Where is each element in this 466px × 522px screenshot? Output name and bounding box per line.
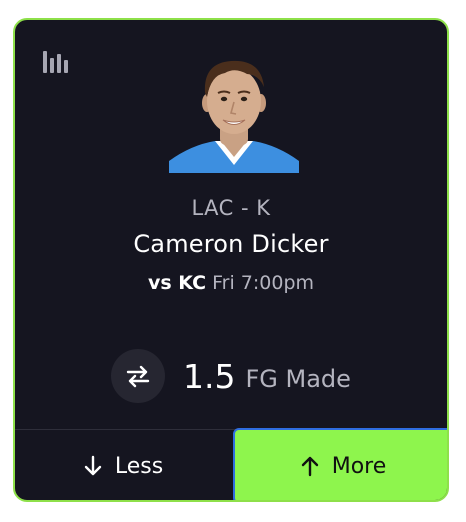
- more-label: More: [331, 453, 387, 479]
- player-prop-card[interactable]: LAC - K Cameron Dicker vs KC Fri 7:00pm …: [13, 18, 449, 502]
- bar-chart-icon[interactable]: [43, 51, 71, 73]
- opponent-label: vs KC: [147, 272, 207, 294]
- arrow-down-icon: [83, 455, 103, 477]
- line-value: 1.5: [183, 356, 236, 396]
- more-button[interactable]: More: [233, 428, 447, 500]
- swap-arrows-icon: [126, 365, 150, 388]
- arrow-up-icon: [300, 455, 320, 477]
- stat-type: FG Made: [245, 365, 351, 393]
- swap-button[interactable]: [111, 349, 165, 403]
- team-position-label: LAC - K: [191, 196, 271, 220]
- player-avatar: [169, 57, 299, 173]
- matchup-info: vs KC Fri 7:00pm: [15, 272, 447, 294]
- game-time: Fri 7:00pm: [212, 272, 315, 294]
- less-label: Less: [114, 453, 164, 479]
- player-name: Cameron Dicker: [133, 230, 329, 258]
- projection-line: 1.5 FG Made: [111, 347, 351, 405]
- less-button[interactable]: Less: [15, 430, 231, 500]
